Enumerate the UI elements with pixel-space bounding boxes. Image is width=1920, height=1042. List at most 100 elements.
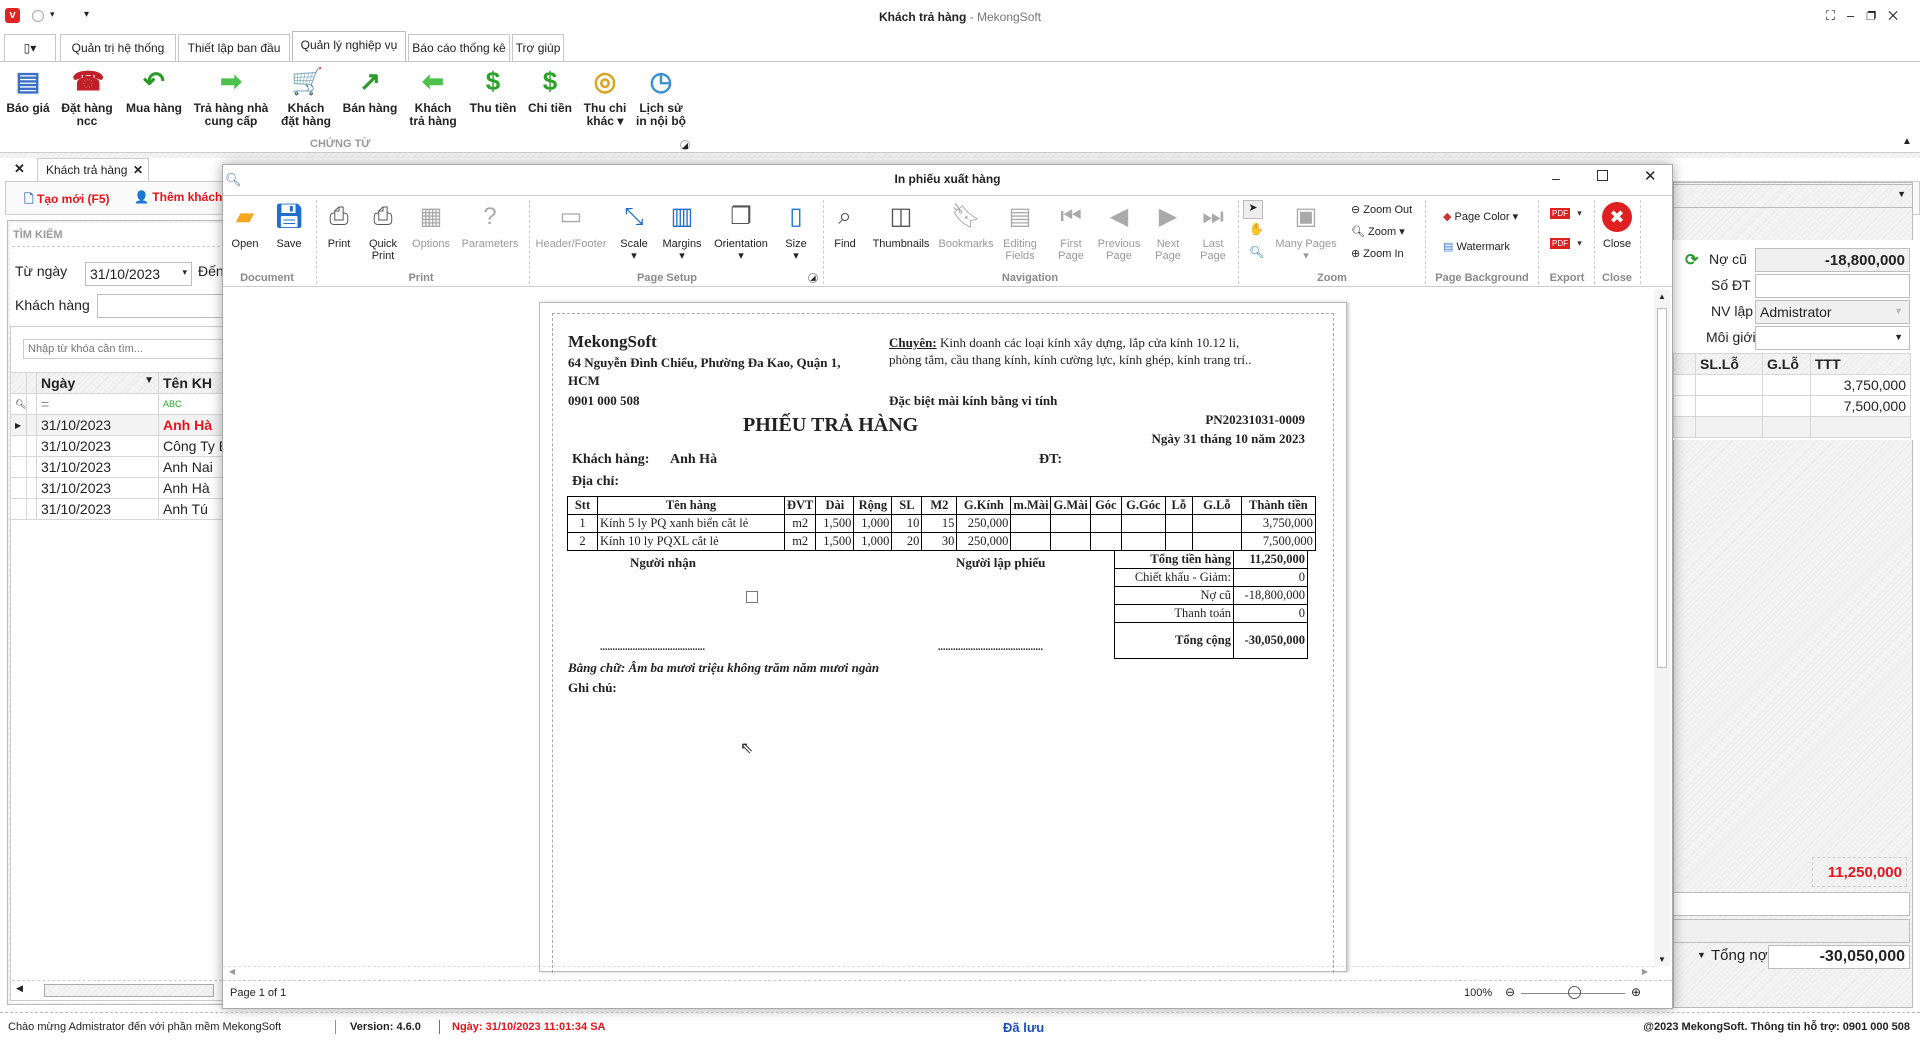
ribbon-button[interactable]: ➡ Trả hàng nhà cung cấp — [194, 66, 269, 128]
email-pdf-button[interactable]: PDF ▾ — [1550, 238, 1582, 249]
preview-button-first[interactable]: ⏮ First Page — [1056, 202, 1086, 262]
close-all-tabs-icon[interactable]: ✕ — [14, 161, 25, 177]
ribbon-button[interactable]: $ Thu tiền — [470, 66, 517, 115]
column-header-ttt[interactable]: TTT — [1810, 353, 1911, 375]
column-header-customer[interactable]: Tên KH — [158, 372, 226, 394]
preview-button-quick[interactable]: ⎙ Quick Print — [368, 202, 398, 262]
vertical-scrollbar[interactable]: ▲ ▼ — [1654, 290, 1670, 966]
preview-button-orientation[interactable]: ❐ Orientation ▾ — [714, 202, 768, 262]
add-customer-button[interactable]: 👤 Thêm khách — [134, 190, 222, 204]
refresh-icon[interactable]: ⟳ — [1685, 250, 1698, 270]
ribbon-group-zoom: Zoom — [1317, 272, 1347, 284]
ribbon-button[interactable]: ↶ Mua hàng — [126, 66, 182, 115]
preview-button-previous[interactable]: ◀ Previous Page — [1098, 202, 1141, 262]
detail-row[interactable]: 3,750,000 — [1673, 374, 1911, 396]
receipt-title: PHIẾU TRẢ HÀNG — [743, 414, 919, 436]
preview-button-margins[interactable]: ▥ Margins ▾ — [662, 202, 701, 262]
maximize-button[interactable]: ❐ — [1866, 8, 1888, 23]
checkbox[interactable] — [746, 591, 758, 603]
pointer-tool-button[interactable]: ➤ — [1243, 200, 1263, 219]
dropdown-arrow-icon[interactable]: ▼ — [1697, 950, 1706, 960]
collapse-ribbon-icon[interactable]: ▲ — [1902, 136, 1912, 147]
close-window-button[interactable]: ✕ — [1888, 8, 1910, 23]
from-date-label: Từ ngày — [15, 263, 68, 279]
preview-button-label: Open — [231, 238, 259, 250]
ribbon-button[interactable]: ⬅ Khách trả hàng — [409, 66, 456, 128]
hand-tool-icon[interactable]: ✋ — [1249, 222, 1264, 236]
ribbon-button[interactable]: ▤ Báo giá — [6, 66, 49, 115]
zoom-slider[interactable]: ⊖ ⊕ — [1505, 985, 1641, 1000]
minimize-button[interactable]: – — [1847, 8, 1866, 23]
top-dropdown[interactable]: ▼ — [1673, 184, 1913, 208]
preview-button-options[interactable]: ▦ Options — [412, 202, 450, 250]
page-color-button[interactable]: ◆ Page Color ▾ — [1443, 210, 1518, 223]
magnifier-tool-icon[interactable]: 🔍︎ — [1249, 245, 1264, 259]
ribbon-button[interactable]: $ Chi tiền — [528, 66, 572, 115]
zoom-button[interactable]: 🔍︎ Zoom ▾ — [1351, 225, 1405, 238]
item-cell — [1164, 514, 1193, 533]
column-header-g-lo[interactable]: G.Lỗ — [1762, 353, 1811, 375]
watermark-button[interactable]: ▤ Watermark — [1443, 240, 1510, 253]
preview-button-parameters[interactable]: ? Parameters — [462, 202, 519, 250]
phone-field[interactable] — [1755, 274, 1910, 298]
name-filter[interactable]: ABC — [158, 393, 226, 415]
broker-select[interactable]: ▼ — [1755, 326, 1910, 350]
tab-business-management[interactable]: Quản lý nghiệp vụ — [292, 31, 406, 62]
ribbon-button[interactable]: ◎ Thu chi khác ▾ — [584, 66, 627, 128]
list-item[interactable]: 31/10/2023 Công Ty Bì — [10, 435, 226, 457]
dialog-maximize-button[interactable] — [1597, 170, 1608, 181]
detail-row[interactable]: 7,500,000 — [1673, 395, 1911, 417]
preview-button-bookmarks[interactable]: 🔖︎ Bookmarks — [938, 202, 993, 250]
customer-input[interactable] — [97, 294, 225, 318]
tab-reports[interactable]: Báo cáo thống kê — [408, 34, 510, 61]
ribbon-button[interactable]: ↗ Bán hàng — [343, 66, 398, 115]
column-header-date[interactable]: Ngày ▼ — [36, 372, 159, 394]
column-header-sl-lo[interactable]: SL.Lỗ — [1695, 353, 1763, 375]
input-field-a[interactable] — [1673, 892, 1910, 916]
ribbon-button[interactable]: ◷ Lịch sử in nội bộ — [636, 66, 686, 128]
from-date-picker[interactable]: 31/10/2023 ▾ — [85, 262, 192, 286]
keyword-search-input[interactable] — [23, 339, 225, 359]
zoom-out-button[interactable]: ⊖ Zoom Out — [1351, 203, 1412, 216]
ribbon-menu-toggle[interactable]: ▯▾ — [4, 34, 56, 61]
preview-button-thumbnails[interactable]: ◫ Thumbnails — [873, 202, 930, 250]
company-name: MekongSoft — [568, 332, 657, 351]
new-button[interactable]: 🗋 Tạo mới (F5) — [24, 190, 110, 211]
tab-initial-setup[interactable]: Thiết lập ban đầu — [178, 34, 290, 61]
preview-button-close[interactable]: ✖ Close — [1602, 202, 1632, 250]
dialog-close-button[interactable]: ✕ — [1644, 167, 1657, 185]
preview-button-save[interactable]: 💾︎ Save — [274, 202, 304, 250]
zoom-in-button[interactable]: ⊕ Zoom In — [1351, 247, 1404, 260]
tab-help[interactable]: Trợ giúp — [512, 34, 564, 61]
preview-button-find[interactable]: ⌕ Find — [830, 202, 860, 250]
column-header: M2 — [921, 496, 958, 515]
ribbon-button[interactable]: ☎ Đặt hàng ncc — [61, 66, 112, 128]
date-filter[interactable]: = — [36, 393, 159, 415]
preview-button-editing[interactable]: ▤ Editing Fields — [1003, 202, 1037, 262]
zoom-slider-thumb[interactable] — [1568, 986, 1581, 999]
ribbon-dialog-launcher[interactable]: ◢ — [680, 140, 690, 150]
list-item[interactable]: 31/10/2023 Anh Hà — [10, 477, 226, 499]
tab-system-admin[interactable]: Quản trị hệ thống — [60, 34, 176, 61]
preview-button-header-footer[interactable]: ▭ Header/Footer — [536, 202, 607, 250]
list-item[interactable]: 31/10/2023 Anh Nai — [10, 456, 226, 478]
horizontal-scrollbar[interactable]: ◀ — [12, 980, 222, 998]
list-item[interactable]: 31/10/2023 Anh Tú — [10, 498, 226, 520]
preview-button-open[interactable]: ▰ Open — [230, 202, 260, 250]
preview-button-label: Header/Footer — [535, 238, 607, 250]
doc-tab-customer-return[interactable]: Khách trả hàng ✕ — [37, 158, 149, 181]
preview-button-next[interactable]: ▶ Next Page — [1153, 202, 1183, 262]
close-tab-icon[interactable]: ✕ — [133, 163, 143, 177]
page-setup-launcher[interactable]: ◢ — [808, 273, 818, 283]
preview-button-scale[interactable]: ⤡ Scale ▾ — [619, 202, 649, 262]
preview-button-print[interactable]: ⎙ Print — [324, 202, 354, 250]
dialog-minimize-button[interactable]: – — [1552, 170, 1560, 186]
ribbon-button[interactable]: 🛒 Khách đặt hàng — [281, 66, 331, 128]
preview-button-many-pages[interactable]: ▣ Many Pages ▾ — [1275, 202, 1336, 262]
list-item[interactable]: ▶ 31/10/2023 Anh Hà — [10, 414, 226, 436]
fullscreen-icon[interactable]: ⛶ — [1826, 8, 1847, 23]
preview-button-last[interactable]: ⏭ Last Page — [1198, 202, 1228, 262]
export-pdf-button[interactable]: PDF ▾ — [1550, 208, 1582, 219]
preview-button-size[interactable]: ▯ Size ▾ — [781, 202, 811, 262]
staff-select[interactable]: Admistrator ▼ — [1755, 300, 1910, 324]
